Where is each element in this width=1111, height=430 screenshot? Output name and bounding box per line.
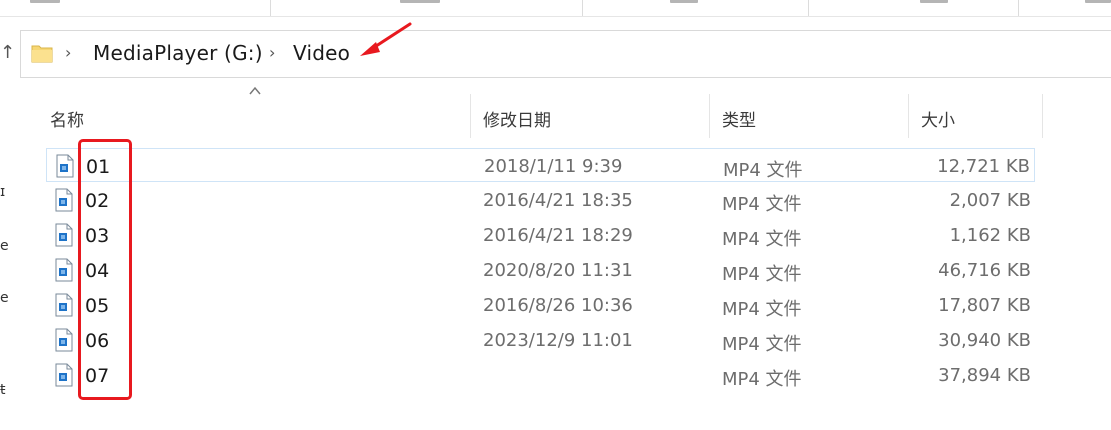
- file-size: 46,716 KB: [938, 260, 1031, 281]
- column-divider[interactable]: [1042, 94, 1043, 138]
- column-divider[interactable]: [908, 94, 909, 138]
- ribbon-fragment: [1085, 0, 1111, 5]
- file-size: 17,807 KB: [938, 295, 1031, 316]
- column-header-name[interactable]: 名称: [50, 106, 84, 131]
- annotation-arrow-icon: [360, 22, 412, 56]
- column-divider[interactable]: [470, 94, 471, 138]
- column-header-type[interactable]: 类型: [722, 106, 756, 131]
- video-file-icon: [55, 188, 73, 212]
- file-date: 2023/12/9 11:01: [483, 330, 633, 351]
- file-row[interactable]: 02 2016/4/21 18:35 MP4 文件 2,007 KB: [46, 183, 1035, 217]
- breadcrumb-drive[interactable]: MediaPlayer (G:): [93, 41, 263, 65]
- folder-icon: [31, 45, 53, 63]
- video-file-icon: [55, 258, 73, 282]
- column-header-row: 名称 修改日期 类型 大小: [46, 94, 1043, 138]
- file-size: 2,007 KB: [949, 190, 1031, 211]
- left-pane-fragment: ɪ: [0, 184, 6, 200]
- up-arrow-icon[interactable]: ↑: [0, 42, 15, 63]
- file-date: 2016/8/26 10:36: [483, 295, 633, 316]
- file-size: 12,721 KB: [937, 156, 1030, 177]
- file-size: 1,162 KB: [949, 225, 1031, 246]
- file-type: MP4 文件: [722, 299, 802, 320]
- file-date: 2018/1/11 9:39: [484, 156, 623, 177]
- file-row[interactable]: 04 2020/8/20 11:31 MP4 文件 46,716 KB: [46, 253, 1035, 287]
- chevron-right-icon[interactable]: ›: [65, 43, 71, 62]
- ribbon-separator: [808, 0, 809, 16]
- column-divider[interactable]: [709, 94, 710, 138]
- file-type: MP4 文件: [722, 194, 802, 215]
- ribbon-fragment: [400, 0, 440, 5]
- file-type: MP4 文件: [722, 334, 802, 355]
- file-type: MP4 文件: [722, 369, 802, 390]
- address-bar[interactable]: › MediaPlayer (G:) › Video: [20, 30, 1111, 78]
- chevron-right-icon[interactable]: ›: [269, 43, 275, 62]
- video-file-icon: [55, 223, 73, 247]
- video-file-icon: [55, 328, 73, 352]
- column-header-date[interactable]: 修改日期: [483, 106, 551, 131]
- file-date: 2020/8/20 11:31: [483, 260, 633, 281]
- file-type: MP4 文件: [722, 229, 802, 250]
- video-file-icon: [55, 293, 73, 317]
- left-pane-fragment: e: [0, 238, 9, 254]
- file-row[interactable]: 07 MP4 文件 37,894 KB: [46, 358, 1035, 392]
- ribbon-separator: [270, 0, 271, 16]
- column-header-size[interactable]: 大小: [921, 106, 955, 131]
- left-pane-fragment: ŧ: [0, 382, 6, 398]
- ribbon-fragment: [30, 0, 60, 5]
- breadcrumb-folder[interactable]: Video: [293, 41, 350, 65]
- file-row[interactable]: 05 2016/8/26 10:36 MP4 文件 17,807 KB: [46, 288, 1035, 322]
- file-size: 37,894 KB: [938, 365, 1031, 386]
- video-file-icon: [56, 154, 74, 178]
- left-pane-fragment: e: [0, 290, 9, 306]
- ribbon-fragment: [920, 0, 948, 5]
- file-date: 2016/4/21 18:29: [483, 225, 633, 246]
- file-date: 2016/4/21 18:35: [483, 190, 633, 211]
- ribbon-strip: [0, 0, 1111, 17]
- file-row[interactable]: 03 2016/4/21 18:29 MP4 文件 1,162 KB: [46, 218, 1035, 252]
- ribbon-separator: [582, 0, 583, 16]
- ribbon-fragment: [670, 0, 698, 5]
- file-size: 30,940 KB: [938, 330, 1031, 351]
- file-type: MP4 文件: [723, 160, 803, 181]
- file-row[interactable]: 06 2023/12/9 11:01 MP4 文件 30,940 KB: [46, 323, 1035, 357]
- file-row[interactable]: 01 2018/1/11 9:39 MP4 文件 12,721 KB: [46, 148, 1035, 182]
- video-file-icon: [55, 363, 73, 387]
- file-type: MP4 文件: [722, 264, 802, 285]
- annotation-highlight-box: [78, 139, 132, 400]
- ribbon-separator: [1018, 0, 1019, 16]
